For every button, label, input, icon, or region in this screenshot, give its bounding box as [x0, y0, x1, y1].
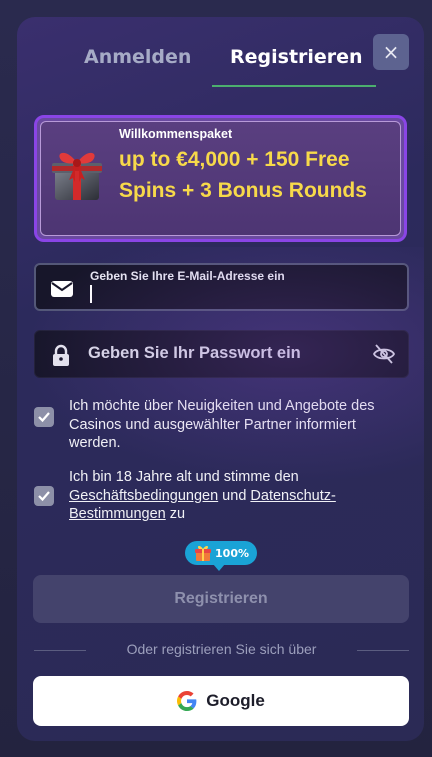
- terms-middle: und: [218, 487, 251, 504]
- divider-text: Oder registrieren Sie sich über: [126, 641, 317, 657]
- social-divider: Oder registrieren Sie sich über: [34, 641, 409, 657]
- auth-tabs: Anmelden Registrieren ×: [17, 17, 424, 87]
- welcome-bonus-card: Willkommenspaket up to €4,000 + 150 Free…: [40, 121, 401, 236]
- promo-title: up to €4,000 + 150 Free Spins + 3 Bonus …: [119, 148, 367, 202]
- terms-consent: Ich bin 18 Jahre alt und stimme den Gesc…: [34, 468, 409, 524]
- active-tab-indicator: [212, 85, 376, 87]
- terms-checkbox[interactable]: [34, 486, 54, 506]
- gift-box-icon: [52, 152, 102, 200]
- password-field[interactable]: Geben Sie Ihr Passwort ein: [34, 330, 409, 378]
- bonus-progress-badge: 100%: [185, 541, 257, 571]
- newsletter-checkbox[interactable]: [34, 407, 54, 427]
- google-signup-button[interactable]: Google: [33, 676, 409, 726]
- password-placeholder: Geben Sie Ihr Passwort ein: [88, 344, 301, 362]
- terms-suffix: zu: [165, 506, 186, 522]
- tab-register[interactable]: Registrieren: [230, 46, 363, 68]
- email-input[interactable]: [94, 285, 384, 305]
- tab-login[interactable]: Anmelden: [84, 46, 191, 68]
- gift-icon: [195, 545, 211, 561]
- terms-link[interactable]: Geschäftsbedingungen: [69, 488, 218, 504]
- email-label: Geben Sie Ihre E-Mail-Adresse ein: [90, 269, 285, 283]
- google-logo-icon: [177, 691, 197, 711]
- text-cursor: [90, 285, 92, 303]
- register-submit-button[interactable]: Registrieren: [33, 575, 409, 623]
- terms-consent-text: Ich bin 18 Jahre alt und stimme den Gesc…: [69, 468, 409, 524]
- envelope-icon: [51, 281, 73, 297]
- newsletter-consent: Ich möchte über Neuigkeiten und Angebote…: [34, 397, 409, 453]
- close-icon: ×: [382, 40, 400, 64]
- eye-slash-icon[interactable]: [372, 342, 396, 366]
- close-button[interactable]: ×: [373, 34, 409, 70]
- badge-progress-text: 100%: [215, 546, 249, 560]
- email-field[interactable]: Geben Sie Ihre E-Mail-Adresse ein: [34, 263, 409, 311]
- registration-modal: Anmelden Registrieren × Willkommenspaket…: [17, 17, 424, 741]
- lock-icon: [53, 344, 69, 366]
- promo-label: Willkommenspaket: [119, 127, 233, 141]
- checkmark-icon: [38, 412, 50, 423]
- terms-prefix: Ich bin 18 Jahre alt und stimme den: [69, 469, 299, 485]
- newsletter-consent-text: Ich möchte über Neuigkeiten und Angebote…: [69, 398, 375, 451]
- welcome-bonus-banner: Willkommenspaket up to €4,000 + 150 Free…: [34, 115, 407, 242]
- checkmark-icon: [38, 491, 50, 502]
- google-button-label: Google: [206, 691, 265, 710]
